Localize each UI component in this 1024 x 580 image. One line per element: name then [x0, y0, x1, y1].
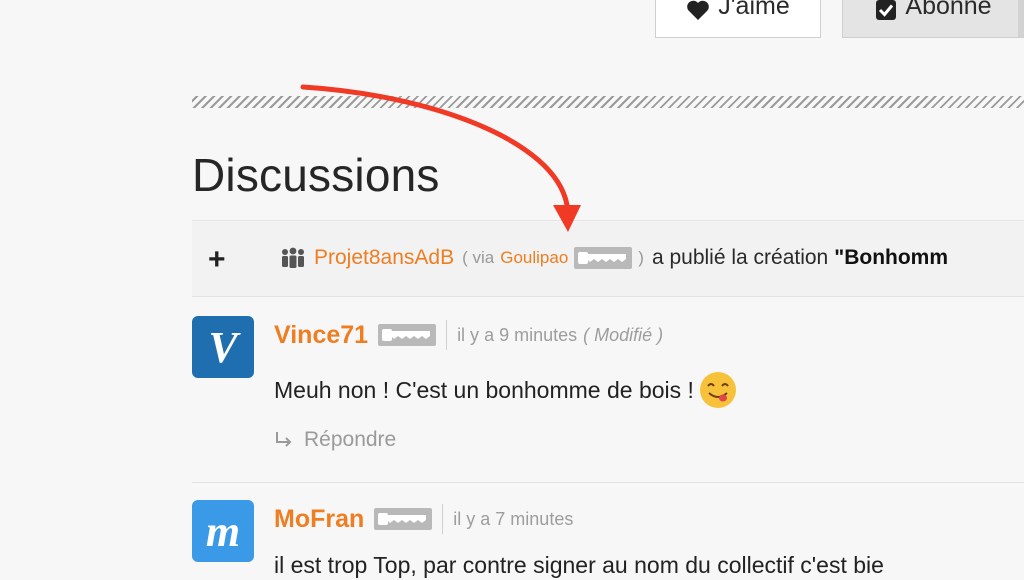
activity-text: Projet8ansAdB ( via Goulipao ) a publié … — [280, 246, 948, 270]
comment-author-link[interactable]: Vince71 — [274, 321, 368, 350]
heart-icon — [686, 0, 710, 21]
reply-arrow-icon — [274, 430, 294, 450]
checkbox-checked-icon — [875, 0, 897, 21]
saw-badge-icon — [574, 247, 633, 269]
comment-body: il est trop Top, par contre signer au no… — [274, 552, 884, 578]
subscribe-label: Abonné — [905, 0, 992, 20]
like-button[interactable]: J'aime — [655, 0, 821, 38]
reply-button[interactable]: Répondre — [274, 428, 396, 452]
yum-face-emoji — [698, 370, 738, 410]
comment-header: MoFran il y a 7 minutes — [274, 504, 573, 534]
separator — [446, 320, 448, 350]
saw-badge-icon — [378, 324, 437, 346]
avatar[interactable]: m — [192, 500, 254, 562]
avatar[interactable]: V — [192, 316, 254, 378]
comment-timestamp: il y a 9 minutes — [457, 324, 578, 345]
comment-header: Vince71 il y a 9 minutes ( Modifié ) — [274, 320, 663, 350]
comment-timestamp: il y a 7 minutes — [453, 508, 574, 529]
like-label: J'aime — [718, 0, 790, 20]
hatched-divider — [192, 96, 1024, 108]
comment-text: il est trop Top, par contre signer au no… — [274, 552, 884, 579]
comment-author-link[interactable]: MoFran — [274, 505, 364, 534]
comment-body: Meuh non ! C'est un bonhomme de bois ! — [274, 376, 694, 403]
section-title: Discussions — [192, 149, 440, 201]
expand-plus-button[interactable]: + — [208, 243, 226, 277]
page: J'aime Abonné Discussions + Projet8ansAd… — [0, 0, 1024, 580]
creation-title-link[interactable]: "Bonhomm — [834, 246, 948, 270]
divider — [192, 482, 1024, 483]
via-user-link[interactable]: Goulipao — [500, 248, 568, 268]
divider — [192, 296, 1024, 297]
saw-badge-icon — [374, 508, 433, 530]
activity-action: a publié la création — [651, 246, 829, 269]
activity-author-link[interactable]: Projet8ansAdB — [314, 246, 454, 270]
divider — [192, 220, 1024, 221]
via-prefix: ( via — [462, 248, 495, 267]
edited-label: ( Modifié ) — [583, 324, 664, 345]
subscribe-button[interactable]: Abonné — [842, 0, 1024, 38]
group-icon — [280, 247, 306, 269]
comment-text: Meuh non ! C'est un bonhomme de bois ! — [274, 370, 738, 410]
via-suffix: ) — [638, 248, 644, 267]
separator — [442, 504, 444, 534]
reply-label: Répondre — [304, 428, 397, 451]
